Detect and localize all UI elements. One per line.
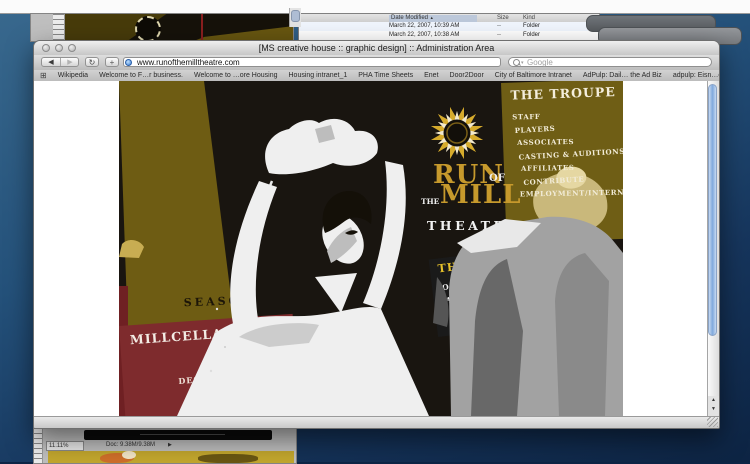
site-artwork: SEASON MILLCELLANEOUS APPAREL DESKTOP SC… [119, 81, 623, 416]
bookmark-item[interactable]: Welcome to …ore Housing [194, 72, 278, 79]
canvas-olive-shape [65, 14, 167, 41]
browser-window: [MS creative house :: graphic design] ::… [33, 40, 720, 429]
row-date: March 22, 2007, 10:39 AM [389, 23, 460, 29]
column-label: Date Modified [391, 15, 429, 21]
column-size[interactable]: Size [497, 15, 509, 21]
finder-row[interactable]: March 22, 2007, 10:38 AM -- Folder [299, 31, 588, 40]
finder-row[interactable]: March 22, 2007, 10:39 AM -- Folder [299, 22, 588, 31]
bookmark-item[interactable]: Enet [424, 72, 438, 79]
add-bookmark-button[interactable]: + [105, 57, 119, 67]
scrollbar-arrows[interactable]: ▲ ▼ [707, 396, 719, 416]
bookmarks-grid-icon[interactable]: ⊞ [40, 71, 47, 80]
bookmark-item[interactable]: Housing intranet_1 [289, 72, 348, 79]
search-magnifier-icon [513, 59, 520, 66]
status-bar [34, 416, 719, 428]
close-button[interactable] [42, 44, 50, 52]
sort-arrow-icon: ▲ [429, 15, 434, 20]
photoshop-canvas [48, 451, 294, 463]
canvas-sun-outline [135, 16, 161, 41]
bookmark-item[interactable]: AdPulp: Dail… the Ad Biz [583, 72, 662, 79]
resize-grip[interactable] [707, 417, 718, 427]
photoshop-image-titlebar [84, 430, 272, 440]
canvas-guide-line [201, 14, 203, 41]
bookmark-item[interactable]: Door2Door [450, 72, 484, 79]
bookmark-item[interactable]: Welcome to F…r business. [99, 72, 183, 79]
row-kind: Folder [523, 32, 541, 38]
bookmark-item[interactable]: Wikipedia [58, 72, 88, 79]
photoshop-window-top[interactable] [30, 13, 294, 42]
photoshop-canvas [65, 14, 293, 41]
canvas-highlight-shape [122, 451, 136, 459]
browser-toolbar: ◀ ▶ ↻ + www.runofthemilltheatre.com Goog… [34, 55, 719, 71]
column-date-modified[interactable]: Date Modified ▲ [389, 15, 477, 22]
scrollbar-thumb[interactable] [708, 84, 717, 336]
row-size: -- [497, 32, 501, 38]
row-kind: Folder [523, 23, 541, 29]
desktop-background: Date Modified ▲ Size Kind March 22, 2007… [0, 0, 750, 464]
bookmark-item[interactable]: PHA Time Sheets [358, 72, 413, 79]
background-window-strip [0, 0, 750, 14]
photoshop-ruler [53, 14, 65, 41]
address-input[interactable]: www.runofthemilltheatre.com [123, 57, 501, 67]
bookmark-item[interactable]: adpulp: Eisn…es - AdPulp [673, 72, 719, 79]
row-date: March 22, 2007, 10:38 AM [389, 32, 460, 38]
history-nav-control: ◀ ▶ [41, 57, 79, 67]
finder-scroll-thumb[interactable] [291, 10, 300, 22]
minimize-button[interactable] [55, 44, 63, 52]
window-title: [MS creative house :: graphic design] ::… [258, 43, 495, 53]
status-menu-arrow-icon[interactable]: ▶ [168, 442, 172, 448]
column-kind[interactable]: Kind [523, 15, 535, 21]
search-options-caret-icon[interactable]: ▾ [521, 60, 524, 66]
reload-button[interactable]: ↻ [85, 57, 99, 67]
dancer-illustration [177, 118, 623, 416]
scroll-up-icon[interactable]: ▲ [708, 396, 719, 405]
document-size-readout: Doc: 9.38M/9.38M [106, 442, 156, 448]
photoshop-ruler [34, 428, 43, 463]
finder-window[interactable]: Date Modified ▲ Size Kind March 22, 2007… [298, 13, 600, 42]
page-content: SEASON MILLCELLANEOUS APPAREL DESKTOP SC… [34, 81, 707, 416]
site-globe-icon [125, 59, 132, 66]
search-input[interactable]: Google [508, 57, 712, 67]
scroll-down-icon[interactable]: ▼ [708, 405, 719, 414]
zoom-button[interactable] [68, 44, 76, 52]
back-button[interactable]: ◀ [42, 58, 60, 68]
forward-button[interactable]: ▶ [61, 58, 79, 68]
row-size: -- [497, 23, 501, 29]
bookmark-item[interactable]: City of Baltimore Intranet [495, 72, 572, 79]
photoshop-window-bottom[interactable]: 11.11% Doc: 9.38M/9.38M ▶ [33, 427, 297, 464]
zoom-level-field[interactable]: 11.11% [46, 441, 84, 451]
titlebar[interactable]: [MS creative house :: graphic design] ::… [34, 41, 719, 56]
